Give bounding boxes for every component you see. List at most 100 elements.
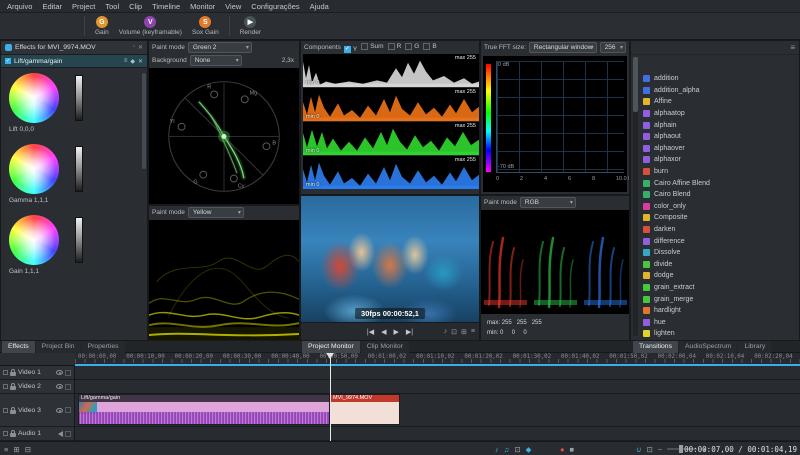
composition-alphaatop[interactable]: alphaatop bbox=[643, 108, 797, 120]
play-icon[interactable]: ▶ bbox=[394, 328, 399, 336]
tab-clip-monitor[interactable]: Clip Monitor bbox=[361, 341, 409, 353]
composition-difference[interactable]: difference bbox=[643, 235, 797, 247]
close-panel-icon[interactable]: ✕ bbox=[138, 44, 143, 51]
render-button[interactable]: ▶Render bbox=[240, 16, 261, 36]
menu-item-clip[interactable]: Clip bbox=[124, 0, 147, 13]
lift-color-wheel[interactable] bbox=[9, 73, 59, 123]
gamma-color-wheel[interactable] bbox=[9, 144, 59, 194]
track-hide-icon[interactable] bbox=[56, 370, 63, 375]
composition-lighten[interactable]: lighten bbox=[643, 328, 797, 340]
composition-dodge[interactable]: dodge bbox=[643, 270, 797, 282]
gamma-level-slider[interactable] bbox=[75, 146, 83, 192]
menu-item-configurações[interactable]: Configurações bbox=[246, 0, 304, 13]
track-target-icon[interactable] bbox=[3, 370, 8, 375]
menu-item-tool[interactable]: Tool bbox=[100, 0, 124, 13]
tab-project-monitor[interactable]: Project Monitor bbox=[302, 341, 360, 353]
menu-item-timeline[interactable]: Timeline bbox=[147, 0, 185, 13]
monitor-menu-icon[interactable]: ≡ bbox=[471, 328, 475, 336]
zoom-out-icon[interactable]: − bbox=[658, 445, 662, 454]
tab-properties[interactable]: Properties bbox=[82, 341, 125, 353]
composition-grain-extract[interactable]: grain_extract bbox=[643, 282, 797, 294]
monitor-zone-icon[interactable]: ⊡ bbox=[451, 328, 457, 336]
playhead[interactable] bbox=[330, 353, 331, 441]
track-target-icon[interactable] bbox=[3, 431, 8, 436]
track-lock-icon[interactable] bbox=[10, 386, 16, 390]
track-hide-icon[interactable] bbox=[56, 384, 63, 389]
track-lane-audio1[interactable] bbox=[75, 427, 800, 441]
composition-hue[interactable]: hue bbox=[643, 316, 797, 328]
track-lock-icon[interactable] bbox=[10, 433, 16, 437]
component-checkbox-b[interactable]: B bbox=[423, 43, 436, 50]
gain-level-slider[interactable] bbox=[75, 217, 83, 263]
composition-composite[interactable]: Composite bbox=[643, 212, 797, 224]
menu-item-arquivo[interactable]: Arquivo bbox=[2, 0, 37, 13]
video-thumbnails-icon[interactable]: ⊡ bbox=[514, 445, 520, 454]
frame-back-icon[interactable]: ◀ bbox=[381, 328, 386, 336]
stop-preview-icon[interactable]: ■ bbox=[570, 445, 575, 454]
effect-delete-icon[interactable]: ✕ bbox=[138, 58, 143, 65]
monitor-audio-icon[interactable]: ♪ bbox=[444, 328, 448, 336]
timeline-menu-icon[interactable]: ≡ bbox=[4, 445, 8, 454]
tab-library[interactable]: Library bbox=[738, 341, 771, 353]
scrollbar-handle[interactable] bbox=[633, 57, 638, 112]
menu-item-ajuda[interactable]: Ajuda bbox=[305, 0, 334, 13]
sox-gain-button[interactable]: SSox Gain bbox=[192, 16, 219, 36]
panel-menu-icon[interactable]: ≡ bbox=[790, 43, 795, 52]
composition-color-only[interactable]: color_only bbox=[643, 201, 797, 213]
video-preview[interactable]: 30fps 00:00:52,1 bbox=[301, 196, 479, 324]
menu-item-monitor[interactable]: Monitor bbox=[185, 0, 220, 13]
track-effects-icon[interactable] bbox=[65, 384, 71, 390]
tab-audiospectrum[interactable]: AudioSpectrum bbox=[679, 341, 737, 353]
track-lane-video2[interactable] bbox=[75, 380, 800, 394]
track-target-icon[interactable] bbox=[3, 408, 8, 413]
track-lane-video3[interactable]: Lift/gamma/gain MVI_9974.MOV bbox=[75, 394, 800, 427]
track-effects-icon[interactable] bbox=[65, 370, 71, 376]
composition-alphain[interactable]: alphain bbox=[643, 119, 797, 131]
lift-level-slider[interactable] bbox=[75, 75, 83, 121]
composition-affine[interactable]: Affine bbox=[643, 96, 797, 108]
go-to-end-icon[interactable]: ▶| bbox=[406, 328, 413, 336]
audio-thumbnails-icon[interactable]: ♫ bbox=[504, 445, 510, 454]
track-effects-icon[interactable] bbox=[65, 407, 71, 413]
track-lock-icon[interactable] bbox=[10, 410, 16, 414]
snap-icon[interactable]: ∪ bbox=[636, 445, 642, 454]
composition-alphaout[interactable]: alphaout bbox=[643, 131, 797, 143]
composition-addition-alpha[interactable]: addition_alpha bbox=[643, 85, 797, 97]
tab-effects[interactable]: Effects bbox=[2, 341, 35, 353]
yellow-paint-mode-dropdown[interactable]: Yellow bbox=[188, 207, 244, 218]
track-target-icon[interactable] bbox=[3, 384, 8, 389]
composition-addition[interactable]: addition bbox=[643, 73, 797, 85]
composition-divide[interactable]: divide bbox=[643, 259, 797, 271]
composition-hardlight[interactable]: hardlight bbox=[643, 305, 797, 317]
effect-enabled-checkbox[interactable]: ✓ bbox=[5, 58, 11, 64]
tab-project-bin[interactable]: Project Bin bbox=[36, 341, 81, 353]
composition-grain-merge[interactable]: grain_merge bbox=[643, 293, 797, 305]
component-checkbox-y[interactable]: ✓Y bbox=[344, 46, 357, 53]
fft-size-dropdown[interactable]: 256 bbox=[600, 42, 626, 53]
composition-cairo-affine-blend[interactable]: Cairo Affine Blend bbox=[643, 177, 797, 189]
fit-zoom-icon[interactable]: ⊡ bbox=[647, 445, 653, 454]
track-effects-icon[interactable] bbox=[65, 431, 71, 437]
effects-scrollbar[interactable] bbox=[142, 73, 146, 169]
vectorscope-paint-mode-dropdown[interactable]: Green 2 bbox=[188, 42, 252, 53]
playhead-marker[interactable] bbox=[326, 353, 334, 359]
composition-alphaxor[interactable]: alphaxor bbox=[643, 154, 797, 166]
effect-header-lift-gamma-gain[interactable]: ✓ Lift/gamma/gain ≡ ◆ ✕ bbox=[1, 55, 147, 68]
composition-dissolve[interactable]: Dissolve bbox=[643, 247, 797, 259]
track-lane-video1[interactable] bbox=[75, 366, 800, 380]
overwrite-mode-icon[interactable]: ⊟ bbox=[25, 445, 31, 454]
go-to-start-icon[interactable]: |◀ bbox=[367, 328, 374, 336]
tab-transitions[interactable]: Transitions bbox=[633, 341, 678, 353]
composition-darken[interactable]: darken bbox=[643, 224, 797, 236]
track-header-video-2[interactable]: Video 2 bbox=[0, 380, 74, 394]
compositions-scrollbar[interactable] bbox=[633, 57, 638, 336]
track-hide-icon[interactable] bbox=[56, 408, 63, 413]
track-header-audio-1[interactable]: Audio 1 bbox=[0, 427, 74, 441]
mix-audio-icon[interactable]: ♪ bbox=[495, 445, 499, 454]
insert-mode-icon[interactable]: ⊞ bbox=[13, 445, 19, 454]
effect-presets-icon[interactable]: ≡ bbox=[124, 58, 128, 65]
menu-item-view[interactable]: View bbox=[220, 0, 246, 13]
component-checkbox-sum[interactable]: Sum bbox=[361, 43, 383, 50]
component-checkbox-g[interactable]: G bbox=[405, 43, 419, 50]
volume-keyframable-button[interactable]: VVolume (keyframable) bbox=[119, 16, 182, 36]
